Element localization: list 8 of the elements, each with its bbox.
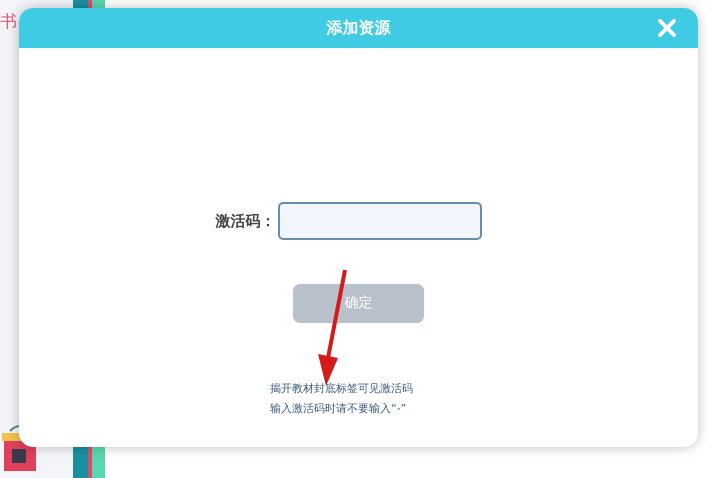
close-button[interactable] [656,17,678,39]
field-label: 激活码： [216,210,276,232]
close-icon [658,19,676,37]
hint-text: 输入激活码时请不要输入“-” [270,401,406,416]
dialog-title: 添加资源 [326,17,390,39]
activation-code-field[interactable] [278,202,482,240]
hint-text: 揭开教材封底标签可见激活码 [270,381,413,396]
tab-label[interactable]: 书 [0,14,17,31]
